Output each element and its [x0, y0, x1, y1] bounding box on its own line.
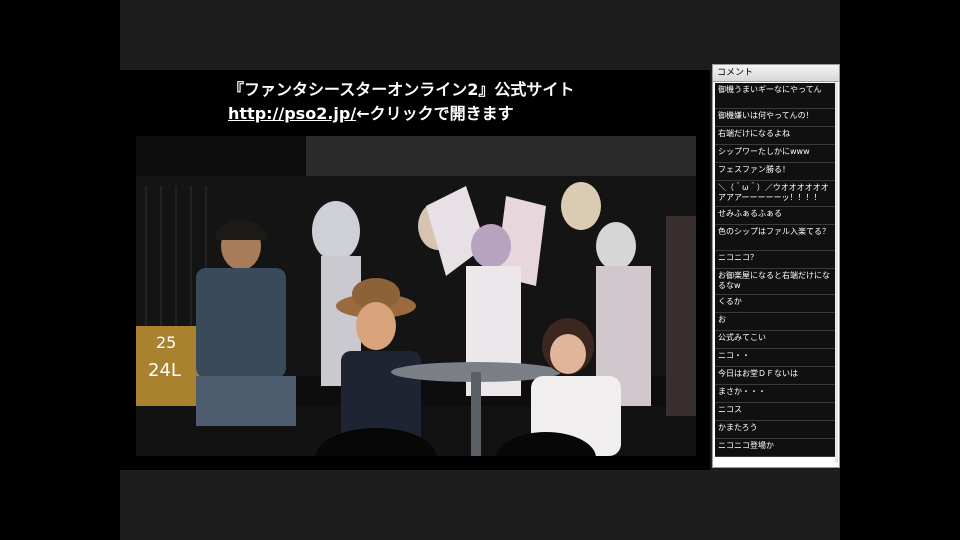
- cosplayer-helmet: [312, 201, 360, 261]
- comment-item[interactable]: ＼（＾ω＾）／ウオオオオオオアアアーーーーーッ！！！！: [715, 181, 837, 207]
- comment-item[interactable]: 今日はお堂ＤＦないは: [715, 367, 837, 385]
- video-banner: 『ファンタシースターオンライン2』公式サイト http://pso2.jp/←ク…: [228, 78, 574, 126]
- comment-item[interactable]: 公式みてこい: [715, 331, 837, 349]
- comment-item[interactable]: ニコス: [715, 403, 837, 421]
- stage-lighting-rig: [306, 136, 696, 176]
- man-shirt: [196, 268, 286, 378]
- app-frame: 『ファンタシースターオンライン2』公式サイト http://pso2.jp/←ク…: [120, 0, 840, 540]
- seat-number-24l: 24L: [148, 360, 181, 381]
- banner-link-line[interactable]: http://pso2.jp/←クリックで開きます: [228, 102, 574, 126]
- comment-item[interactable]: くるか: [715, 295, 837, 313]
- banner-link-suffix: ←クリックで開きます: [356, 104, 514, 123]
- comment-header: コメント: [713, 65, 839, 82]
- comment-scrollbar[interactable]: [835, 83, 838, 463]
- comment-item[interactable]: お御楽屋になると右端だけになるなw: [715, 269, 837, 295]
- bottom-band: [120, 470, 840, 540]
- comment-list[interactable]: 御機うまいギーなにやってん 御機嫌いは何やってんの！ 右端だけになるよね シップ…: [715, 83, 837, 457]
- video-frame[interactable]: 25 24L: [136, 136, 696, 456]
- seat-number-25: 25: [156, 333, 176, 352]
- comment-item[interactable]: せみふぁるふぁる: [715, 207, 837, 225]
- comment-item[interactable]: お: [715, 313, 837, 331]
- top-band: [120, 0, 840, 70]
- cosplayer-head-5: [596, 222, 636, 270]
- comment-item[interactable]: ニコニコ登場か: [715, 439, 837, 457]
- left-pillarbox: [0, 0, 120, 540]
- comment-item[interactable]: 御機嫌いは何やってんの！: [715, 109, 837, 127]
- comment-item[interactable]: 右端だけになるよね: [715, 127, 837, 145]
- cosplayer-head-3: [471, 224, 511, 268]
- comment-item[interactable]: かまたろう: [715, 421, 837, 439]
- banner-title: 『ファンタシースターオンライン2』公式サイト: [228, 80, 575, 99]
- woman-head-2: [550, 334, 586, 374]
- comment-item[interactable]: まさか・・・: [715, 385, 837, 403]
- comment-item[interactable]: ニコ・・: [715, 349, 837, 367]
- comment-item[interactable]: 御機うまいギーなにやってん: [715, 83, 837, 109]
- right-pillarbox: [840, 0, 960, 540]
- man-legs: [196, 376, 296, 426]
- video-player[interactable]: 『ファンタシースターオンライン2』公式サイト http://pso2.jp/←ク…: [120, 70, 710, 470]
- comment-item[interactable]: シップワーたしかにwww: [715, 145, 837, 163]
- table-leg: [471, 372, 481, 456]
- comment-panel: コメント 御機うまいギーなにやってん 御機嫌いは何やってんの！ 右端だけになるよ…: [712, 64, 840, 468]
- cosplayer-armor: [666, 216, 696, 416]
- stage-scene: 25 24L: [136, 136, 696, 456]
- woman-head-1: [356, 302, 396, 350]
- comment-item[interactable]: 色のシップはファル入楽てる？: [715, 225, 837, 251]
- cosplayer-head-4: [561, 182, 601, 230]
- comment-item[interactable]: フェスファン勝る！: [715, 163, 837, 181]
- comment-item[interactable]: ニコニコ？: [715, 251, 837, 269]
- site-link[interactable]: http://pso2.jp/: [228, 104, 356, 123]
